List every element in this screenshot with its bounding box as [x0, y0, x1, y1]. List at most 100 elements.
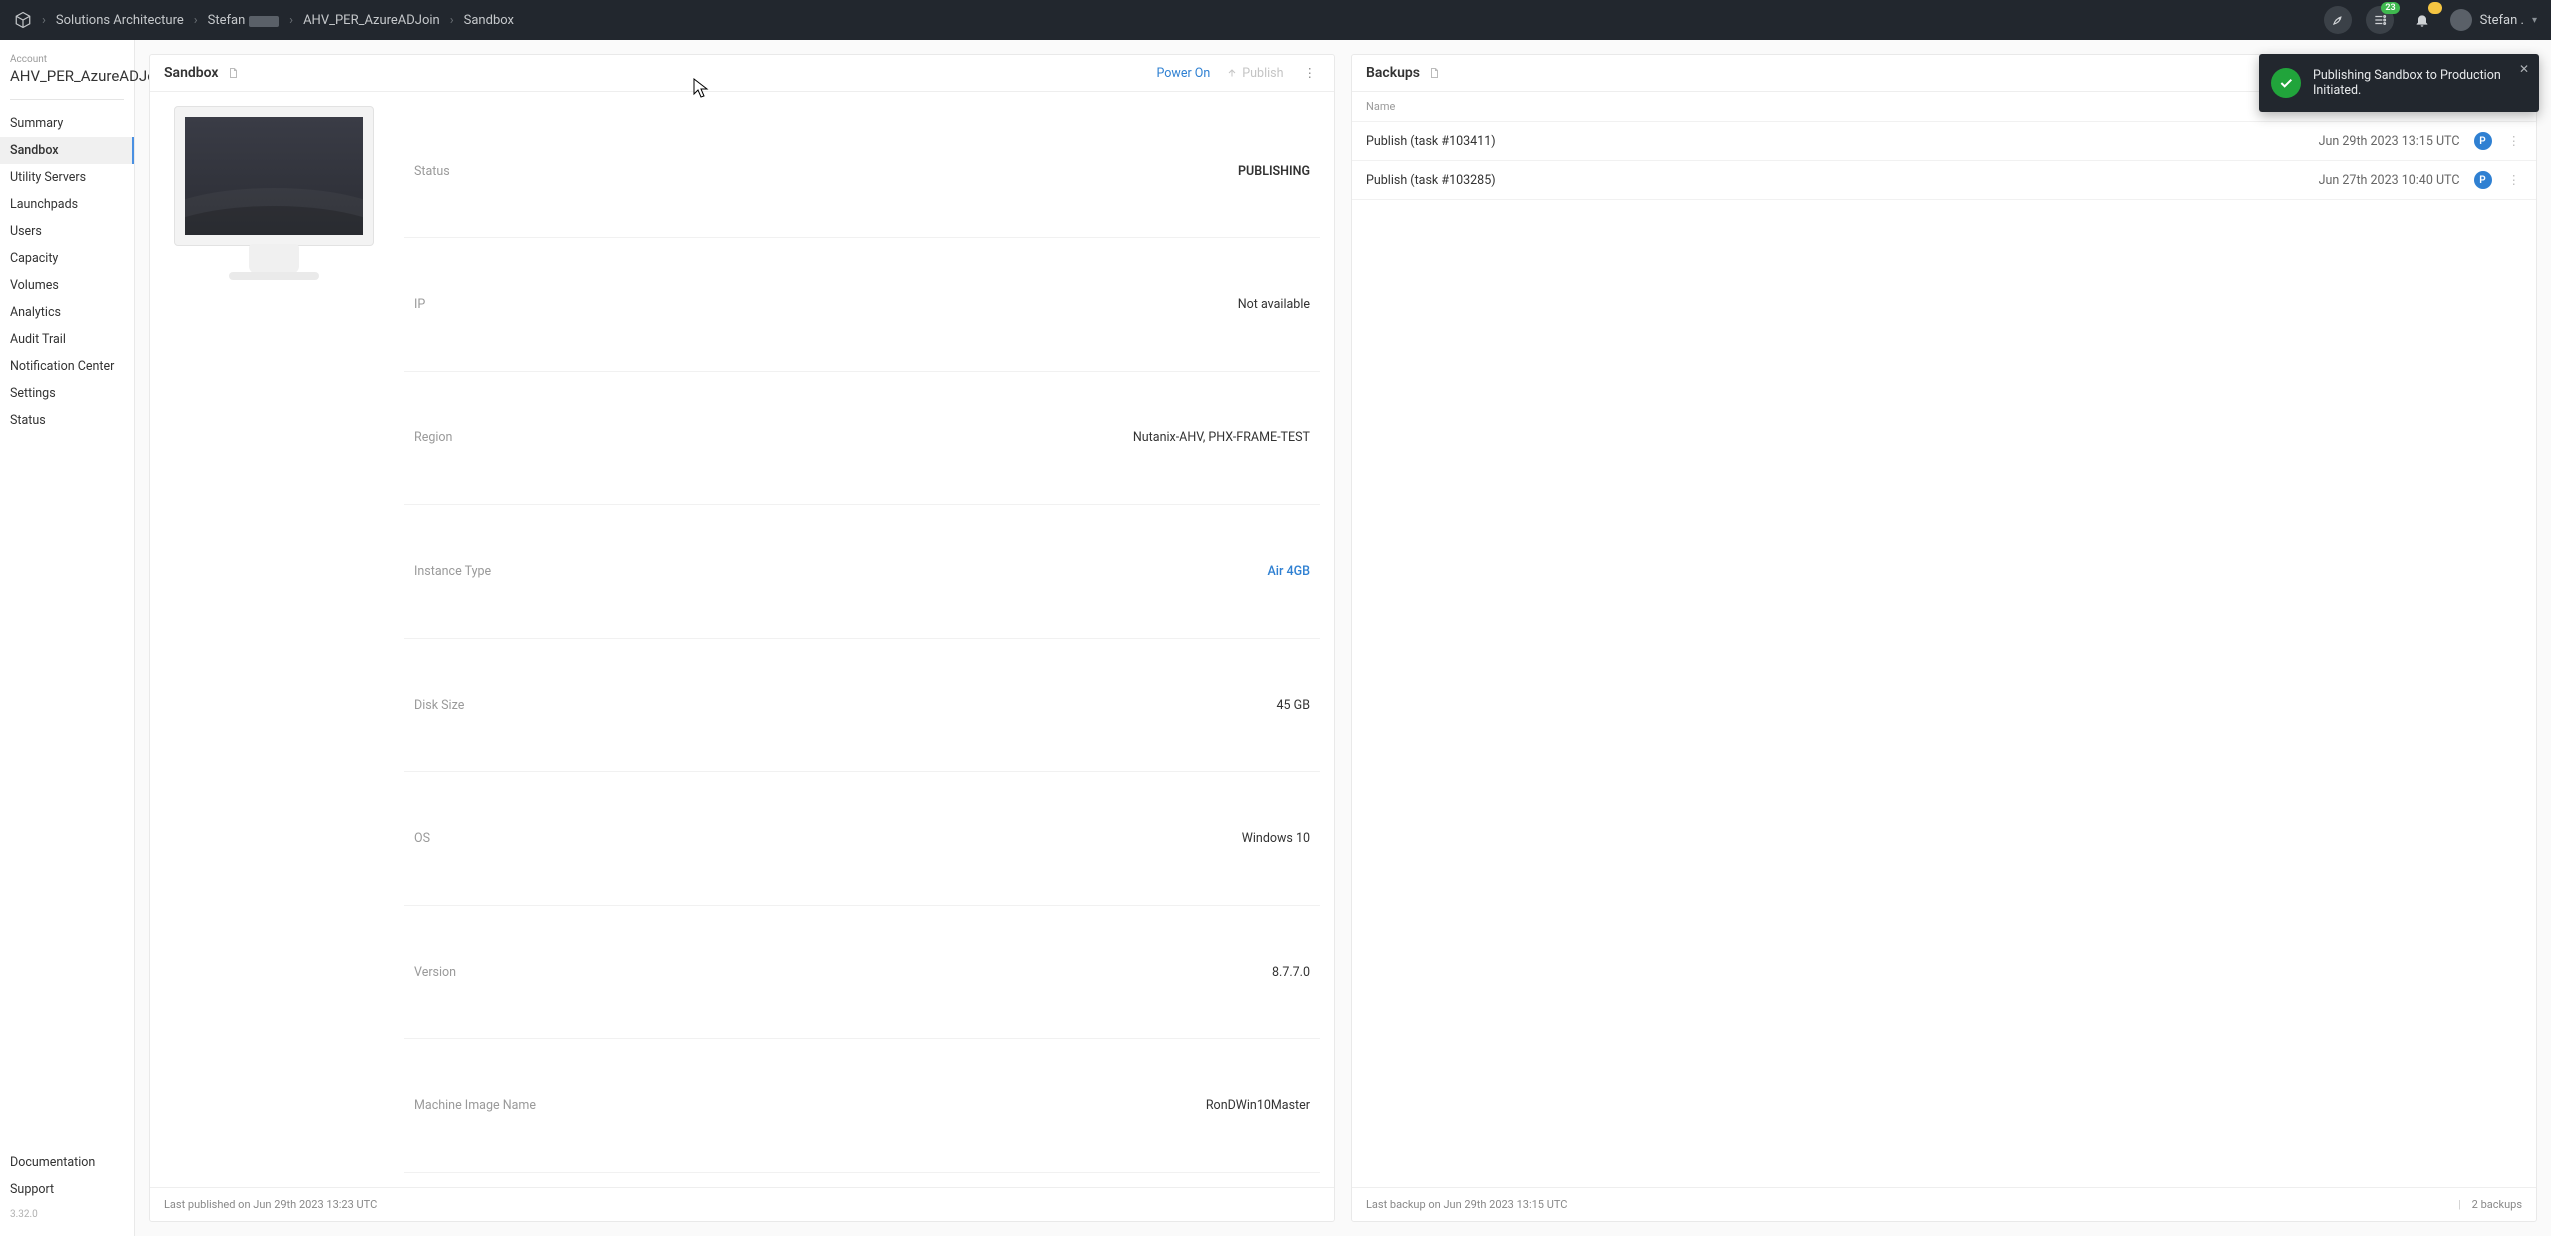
panel-title-text: Sandbox: [164, 65, 219, 81]
detail-value: 45 GB: [816, 638, 1320, 772]
detail-value: RonDWin10Master: [816, 1039, 1320, 1173]
sidebar-item-summary[interactable]: Summary: [0, 110, 134, 137]
sandbox-panel: Sandbox Power On Publish ⋮: [149, 54, 1335, 1222]
detail-row: Machine Image NameRonDWin10Master: [404, 1039, 1320, 1173]
sidebar-item-analytics[interactable]: Analytics: [0, 299, 134, 326]
breadcrumb-sep: ›: [42, 13, 46, 28]
detail-value: PUBLISHING: [816, 106, 1320, 238]
topbar: › Solutions Architecture › Stefan . › AH…: [0, 0, 2551, 40]
backups-list: Publish (task #103411) Jun 29th 2023 13:1…: [1352, 122, 2536, 1187]
detail-key: Region: [404, 371, 816, 505]
detail-row: Disk Size45 GB: [404, 638, 1320, 772]
doc-icon[interactable]: [227, 67, 239, 79]
tasks-icon[interactable]: 23: [2366, 6, 2394, 34]
breadcrumb-item[interactable]: AHV_PER_AzureADJoin: [303, 13, 440, 28]
sidebar-item-volumes[interactable]: Volumes: [0, 272, 134, 299]
separator: |: [2458, 1198, 2461, 1211]
notif-badge: [2428, 2, 2442, 14]
tasks-badge: 23: [2381, 2, 2399, 14]
detail-key: OS: [404, 772, 816, 906]
topbar-left: › Solutions Architecture › Stefan . › AH…: [14, 11, 514, 29]
more-menu-button[interactable]: ⋮: [2506, 133, 2523, 149]
breadcrumb-sep: ›: [289, 13, 293, 28]
detail-value[interactable]: Air 4GB: [816, 505, 1320, 639]
detail-key: Status: [404, 106, 816, 238]
sidebar-item-users[interactable]: Users: [0, 218, 134, 245]
divider: [10, 99, 124, 100]
sidebar-item-status[interactable]: Status: [0, 407, 134, 434]
version-label: 3.32.0: [0, 1203, 134, 1226]
detail-value: Windows 10: [816, 772, 1320, 906]
publish-badge-icon: P: [2474, 171, 2492, 189]
sidebar-item-notification-center[interactable]: Notification Center: [0, 353, 134, 380]
detail-row: Version8.7.7.0: [404, 905, 1320, 1039]
content-area: Sandbox Power On Publish ⋮: [135, 40, 2551, 1236]
detail-key: Machine Image Name: [404, 1039, 816, 1173]
detail-row: Instance TypeAir 4GB: [404, 505, 1320, 639]
doc-icon[interactable]: [1428, 67, 1440, 79]
breadcrumb-item[interactable]: Stefan .: [208, 13, 280, 28]
breadcrumb-item[interactable]: Solutions Architecture: [56, 13, 184, 28]
sandbox-details-table: StatusPUBLISHINGIPNot availableRegionNut…: [404, 106, 1320, 1173]
launch-icon[interactable]: [2324, 6, 2352, 34]
account-label: Account: [0, 54, 134, 65]
topbar-right: 23 Stefan . ▾: [2324, 6, 2537, 34]
detail-value: Not available: [816, 238, 1320, 372]
user-menu[interactable]: Stefan . ▾: [2450, 9, 2537, 31]
panel-footer: Last backup on Jun 29th 2023 13:15 UTC |…: [1352, 1187, 2536, 1221]
backup-date: Jun 27th 2023 10:40 UTC: [2319, 173, 2460, 188]
sidebar-item-utility-servers[interactable]: Utility Servers: [0, 164, 134, 191]
detail-row: IPNot available: [404, 238, 1320, 372]
detail-key: Version: [404, 905, 816, 1039]
detail-row: OSWindows 10: [404, 772, 1320, 906]
sidebar-item-support[interactable]: Support: [0, 1176, 134, 1203]
sidebar-item-capacity[interactable]: Capacity: [0, 245, 134, 272]
bell-icon[interactable]: [2408, 6, 2436, 34]
sidebar-item-settings[interactable]: Settings: [0, 380, 134, 407]
detail-key: IP: [404, 238, 816, 372]
close-icon[interactable]: ✕: [2519, 62, 2529, 76]
sidebar: Account AHV_PER_AzureADJoin SummarySandb…: [0, 40, 135, 1236]
backup-count-label: 2 backups: [2472, 1198, 2522, 1211]
detail-value: Nutanix-AHV, PHX-FRAME-TEST: [816, 371, 1320, 505]
backup-row[interactable]: Publish (task #103411) Jun 29th 2023 13:1…: [1352, 122, 2536, 161]
toast-message: Publishing Sandbox to Production Initiat…: [2313, 68, 2501, 98]
detail-value: 8.7.7.0: [816, 905, 1320, 1039]
last-backup-label: Last backup on Jun 29th 2023 13:15 UTC: [1366, 1198, 1567, 1211]
panel-footer: Last published on Jun 29th 2023 13:23 UT…: [150, 1187, 1334, 1221]
backups-panel: Backups Name Publish (task #103411)Jun 2…: [1351, 54, 2537, 1222]
avatar: [2450, 9, 2472, 31]
publish-button: Publish: [1226, 66, 1283, 81]
power-on-button[interactable]: Power On: [1156, 66, 1210, 81]
sidebar-item-audit-trail[interactable]: Audit Trail: [0, 326, 134, 353]
sidebar-item-sandbox[interactable]: Sandbox: [0, 137, 134, 164]
sidebar-item-documentation[interactable]: Documentation: [0, 1149, 134, 1176]
last-published-label: Last published on Jun 29th 2023 13:23 UT…: [164, 1198, 377, 1211]
more-menu-button[interactable]: ⋮: [1300, 65, 1321, 81]
sandbox-thumbnail: [164, 106, 384, 1173]
check-icon: [2271, 68, 2301, 98]
backup-name: Publish (task #103285): [1366, 173, 1496, 188]
breadcrumb-item[interactable]: Sandbox: [464, 13, 514, 28]
detail-key: Disk Size: [404, 638, 816, 772]
backup-name: Publish (task #103411): [1366, 134, 1496, 149]
detail-key: Instance Type: [404, 505, 816, 639]
backup-row[interactable]: Publish (task #103285) Jun 27th 2023 10:4…: [1352, 161, 2536, 200]
sidebar-nav: SummarySandboxUtility ServersLaunchpadsU…: [0, 110, 134, 434]
account-name: AHV_PER_AzureADJoin: [0, 65, 134, 99]
more-menu-button[interactable]: ⋮: [2506, 172, 2523, 188]
breadcrumb-sep: ›: [450, 13, 454, 28]
breadcrumb-sep: ›: [194, 13, 198, 28]
detail-row: RegionNutanix-AHV, PHX-FRAME-TEST: [404, 371, 1320, 505]
panel-header: Sandbox Power On Publish ⋮: [150, 55, 1334, 92]
panel-title-text: Backups: [1366, 65, 1420, 81]
sidebar-item-launchpads[interactable]: Launchpads: [0, 191, 134, 218]
publish-badge-icon: P: [2474, 132, 2492, 150]
logo-cube-icon[interactable]: [14, 11, 32, 29]
user-name: Stefan .: [2480, 13, 2524, 28]
chevron-down-icon: ▾: [2532, 15, 2537, 26]
breadcrumb: › Solutions Architecture › Stefan . › AH…: [42, 13, 514, 28]
toast-notification: Publishing Sandbox to Production Initiat…: [2259, 54, 2539, 112]
backup-date: Jun 29th 2023 13:15 UTC: [2319, 134, 2460, 149]
detail-row: StatusPUBLISHING: [404, 106, 1320, 238]
